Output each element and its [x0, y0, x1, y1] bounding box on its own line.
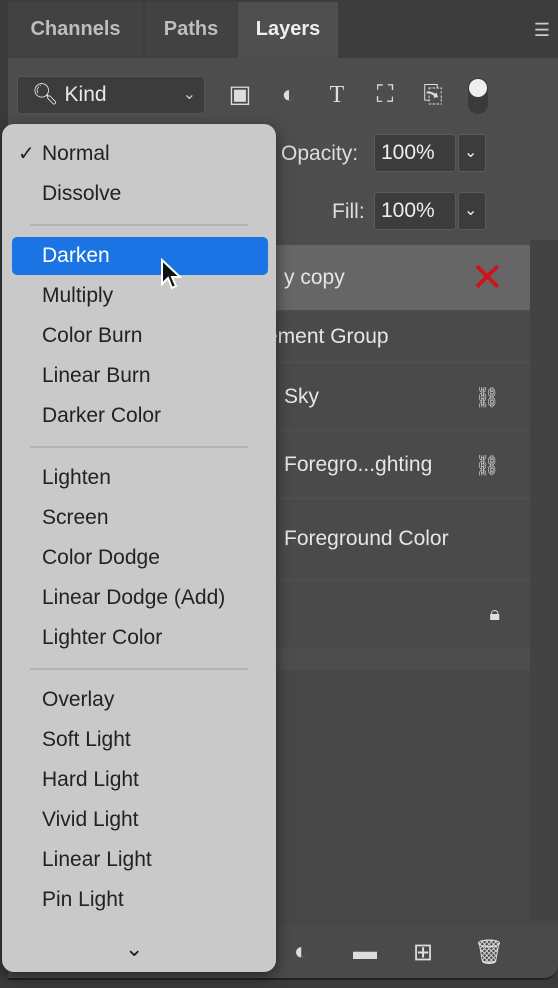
- menu-item-overlay[interactable]: Overlay: [12, 681, 268, 719]
- new-group-folder-icon[interactable]: ▬: [353, 938, 377, 966]
- menu-item-color-dodge[interactable]: Color Dodge: [12, 539, 268, 577]
- layer-row[interactable]: y copy ✕: [260, 245, 530, 310]
- menu-item-screen[interactable]: Screen: [12, 499, 268, 537]
- fill-input[interactable]: 100%: [374, 192, 456, 230]
- layer-name: Foregro...ghting: [284, 453, 433, 476]
- chevron-down-icon: ⌄: [182, 86, 196, 103]
- menu-separator: [30, 668, 248, 670]
- link-icon: ⛓: [474, 454, 500, 477]
- opacity-input[interactable]: 100%: [374, 134, 456, 172]
- new-layer-icon[interactable]: ⊞: [413, 938, 433, 967]
- tab-layers[interactable]: Layers: [238, 2, 338, 58]
- menu-item-lighter-color[interactable]: Lighter Color: [12, 619, 268, 657]
- shape-filter-icon[interactable]: ⛶: [370, 80, 400, 110]
- trash-icon[interactable]: 🗑︎: [474, 938, 504, 967]
- adjustment-layer-icon[interactable]: ◐: [294, 938, 309, 966]
- smart-object-filter-icon[interactable]: ⎘: [418, 80, 448, 110]
- checkmark-icon: ✓: [18, 143, 35, 165]
- search-icon: 🔍︎: [32, 83, 59, 106]
- layer-row[interactable]: Foreground Color: [260, 500, 530, 578]
- blend-mode-menu: ✓ Normal Dissolve Darken Multiply Color B…: [2, 124, 276, 972]
- tab-channels[interactable]: Channels: [8, 2, 143, 58]
- layers-scroll-area: [530, 240, 558, 920]
- link-crossed-icon: ✕: [470, 255, 504, 300]
- menu-item-darker-color[interactable]: Darker Color: [12, 397, 268, 435]
- adjustment-filter-icon[interactable]: ◐: [274, 80, 304, 110]
- menu-item-normal[interactable]: ✓ Normal: [12, 135, 268, 173]
- menu-item-soft-light[interactable]: Soft Light: [12, 721, 268, 759]
- filter-toggle[interactable]: [468, 78, 488, 114]
- opacity-label: Opacity:: [281, 142, 359, 165]
- layer-name: Foreground Color: [284, 527, 449, 550]
- layer-row[interactable]: ement Group: [260, 313, 530, 361]
- layer-name: ement Group: [266, 325, 389, 348]
- pixel-filter-icon[interactable]: ▣: [225, 80, 255, 110]
- layer-row[interactable]: Foregro...ghting ⛓: [260, 433, 530, 497]
- layer-name: Sky: [284, 385, 320, 408]
- layer-name: y copy: [284, 265, 345, 289]
- tab-paths[interactable]: Paths: [145, 2, 237, 58]
- panel-tabs: Channels Paths Layers ☰: [8, 0, 558, 58]
- opacity-dropdown[interactable]: ⌄: [458, 134, 486, 172]
- layer-row[interactable]: Sky ⛓: [260, 364, 530, 430]
- fill-dropdown[interactable]: ⌄: [458, 192, 486, 230]
- filter-kind-label: Kind: [64, 83, 107, 106]
- lock-icon: 🔒︎: [489, 602, 500, 625]
- scroll-more-chevron-icon[interactable]: ⌄: [125, 936, 143, 962]
- panel-menu-icon[interactable]: ☰: [534, 20, 550, 41]
- menu-item-dissolve[interactable]: Dissolve: [12, 175, 268, 213]
- menu-item-vivid-light[interactable]: Vivid Light: [12, 801, 268, 839]
- type-filter-icon[interactable]: T: [322, 80, 352, 110]
- menu-item-hard-light[interactable]: Hard Light: [12, 761, 268, 799]
- menu-item-linear-dodge[interactable]: Linear Dodge (Add): [12, 579, 268, 617]
- layer-row[interactable]: d🔒︎: [260, 581, 530, 647]
- menu-item-pin-light[interactable]: Pin Light: [12, 881, 268, 919]
- menu-item-linear-burn[interactable]: Linear Burn: [12, 357, 268, 395]
- menu-item-color-burn[interactable]: Color Burn: [12, 317, 268, 355]
- menu-item-multiply[interactable]: Multiply: [12, 277, 268, 315]
- menu-item-lighten[interactable]: Lighten: [12, 459, 268, 497]
- menu-separator: [30, 446, 248, 448]
- mouse-cursor-icon: [161, 258, 182, 290]
- link-icon: ⛓: [474, 386, 500, 409]
- menu-item-darken[interactable]: Darken: [12, 237, 268, 275]
- menu-item-linear-light[interactable]: Linear Light: [12, 841, 268, 879]
- filter-kind-select[interactable]: 🔍︎ Kind ⌄: [17, 76, 205, 114]
- menu-separator: [30, 224, 248, 226]
- fill-label: Fill:: [332, 200, 365, 223]
